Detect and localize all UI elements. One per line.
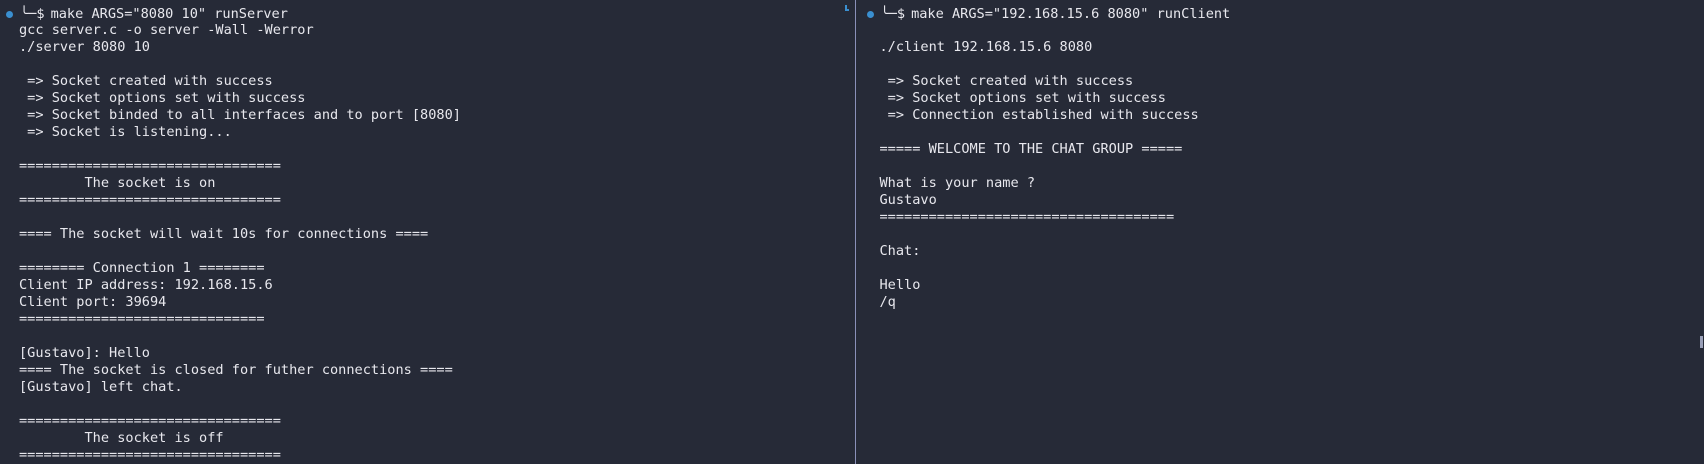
prompt-dot-icon xyxy=(6,10,13,18)
terminal-line: ================================ xyxy=(19,413,281,429)
server-output: gcc server.c -o server -Wall -Werror ./se… xyxy=(19,22,461,464)
terminal-line: ================================ xyxy=(19,447,281,463)
terminal-line: What is your name ? xyxy=(879,175,1036,191)
terminal-line: => Socket created with success xyxy=(879,73,1134,89)
terminal-line: [Gustavo] left chat. xyxy=(19,379,183,395)
terminal-line: ============================== xyxy=(19,311,265,327)
terminal-line: Gustavo xyxy=(879,192,937,208)
terminal-line: ./client 192.168.15.6 8080 xyxy=(879,39,1093,55)
terminal-line: ================================ xyxy=(19,158,281,174)
server-prompt-line: ╰─$ make ARGS="8080 10" runServer xyxy=(6,4,288,24)
pane-corner-icon xyxy=(844,5,849,11)
client-prompt-line: ╰─$ make ARGS="192.168.15.6 8080" runCli… xyxy=(866,4,1231,24)
terminal-line: ./server 8080 10 xyxy=(19,39,150,55)
terminal-line: gcc server.c -o server -Wall -Werror xyxy=(19,22,314,38)
terminal-line: The socket is on xyxy=(19,175,216,191)
client-command: make ARGS="192.168.15.6 8080" runClient xyxy=(911,6,1231,22)
terminal-line: Chat: xyxy=(879,243,921,259)
terminal-line: => Socket is listening... xyxy=(19,124,232,140)
client-terminal-pane[interactable]: ╰─$ make ARGS="192.168.15.6 8080" runCli… xyxy=(856,0,1704,464)
terminal-line: [Gustavo]: Hello xyxy=(19,345,150,361)
scrollbar-thumb[interactable] xyxy=(1700,336,1703,348)
terminal-split-view: ╰─$ make ARGS="8080 10" runServer gcc se… xyxy=(0,0,1704,464)
terminal-line: ================================ xyxy=(19,192,281,208)
terminal-line: ===== WELCOME TO THE CHAT GROUP ===== xyxy=(879,141,1183,157)
terminal-line: ==== The socket will wait 10s for connec… xyxy=(19,226,429,242)
terminal-line: ==== The socket is closed for futher con… xyxy=(19,362,453,378)
client-output: ./client 192.168.15.6 8080 => Socket cre… xyxy=(880,39,1199,311)
terminal-line: => Socket binded to all interfaces and t… xyxy=(19,107,461,123)
terminal-line: => Socket created with success xyxy=(19,73,273,89)
terminal-line: Client port: 39694 xyxy=(19,294,167,310)
terminal-line: Client IP address: 192.168.15.6 xyxy=(19,277,273,293)
terminal-line: ======== Connection 1 ======== xyxy=(19,260,265,276)
terminal-line: => Connection established with success xyxy=(879,107,1199,123)
server-command: make ARGS="8080 10" runServer xyxy=(50,6,288,22)
prompt-arrow-icon: ╰─$ xyxy=(880,6,906,22)
terminal-line: The socket is off xyxy=(19,430,224,446)
prompt-arrow-icon: ╰─$ xyxy=(20,6,45,22)
server-terminal-pane[interactable]: ╰─$ make ARGS="8080 10" runServer gcc se… xyxy=(0,0,855,464)
terminal-line: => Socket options set with success xyxy=(19,90,306,106)
terminal-line: => Socket options set with success xyxy=(879,90,1166,106)
terminal-line: Hello xyxy=(879,277,921,293)
terminal-line: ==================================== xyxy=(879,209,1175,225)
terminal-line: /q xyxy=(879,294,896,310)
prompt-dot-icon xyxy=(866,10,874,18)
